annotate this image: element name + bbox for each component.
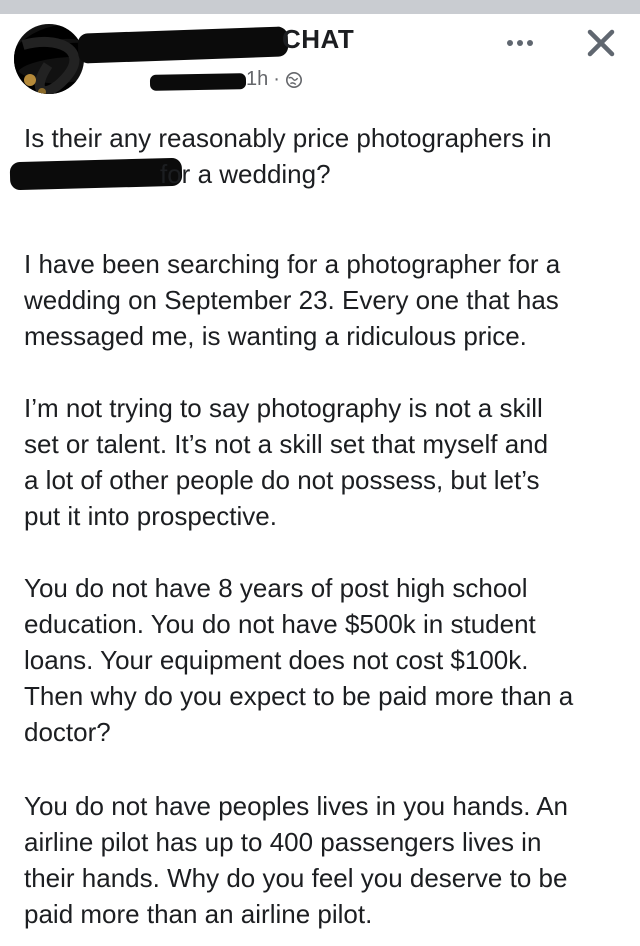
avatar-redaction-scribble bbox=[14, 24, 84, 94]
post-title-line-2: for a wedding? bbox=[160, 159, 331, 189]
post-timestamp[interactable]: 1h bbox=[246, 68, 268, 91]
post-paragraph-4: You do not have peoples lives in you han… bbox=[24, 791, 569, 929]
post-title: Is their any reasonably price photograph… bbox=[9, 120, 624, 192]
group-name[interactable]: CHAT bbox=[282, 24, 354, 55]
globe-icon bbox=[285, 71, 302, 88]
post-meta: 1h · bbox=[246, 68, 303, 91]
post-title-line-1: Is their any reasonably price photograph… bbox=[24, 123, 552, 153]
post-paragraph-1: I have been searching for a photographer… bbox=[24, 249, 561, 351]
author-redaction bbox=[149, 73, 247, 91]
more-options-icon bbox=[507, 40, 513, 46]
meta-separator: · bbox=[273, 68, 280, 90]
location-redaction bbox=[9, 157, 183, 191]
close-icon[interactable] bbox=[584, 26, 618, 60]
post-paragraph-3: You do not have 8 years of post high sch… bbox=[24, 573, 574, 747]
more-options-button[interactable] bbox=[500, 30, 540, 56]
avatar[interactable] bbox=[14, 24, 84, 94]
post-paragraph-2: I’m not trying to say photography is not… bbox=[24, 393, 549, 531]
top-divider-bar bbox=[0, 0, 640, 14]
